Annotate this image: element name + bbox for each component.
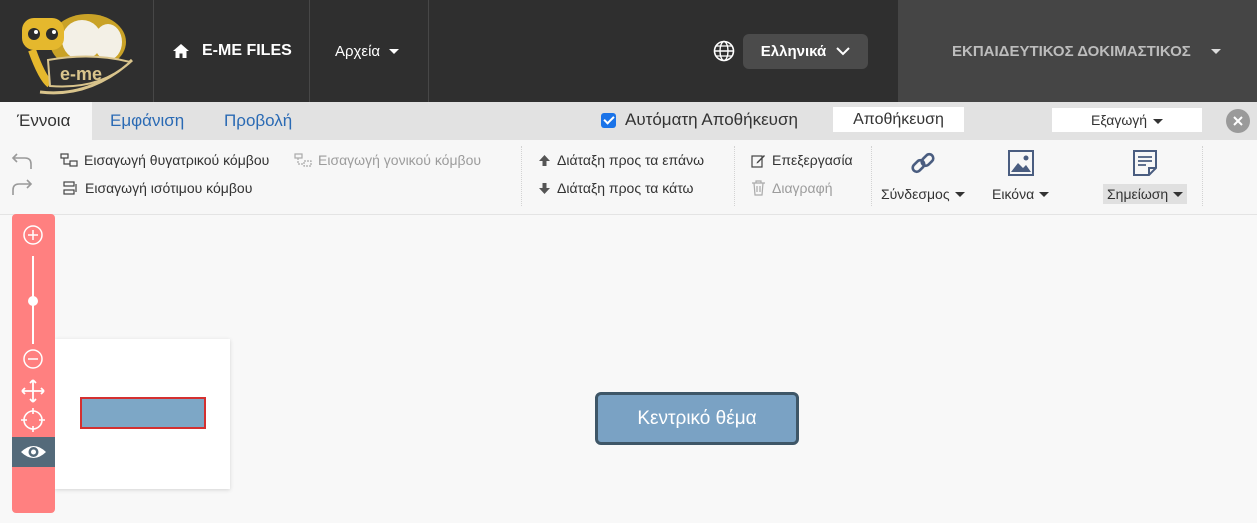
edit-button[interactable]: Επεξεργασία bbox=[751, 152, 853, 168]
link-dropdown[interactable]: Σύνδεσμος bbox=[877, 184, 969, 204]
export-button[interactable]: Εξαγωγή bbox=[1052, 108, 1202, 132]
minimap[interactable] bbox=[55, 339, 230, 489]
bee-logo-icon: e-me bbox=[22, 14, 134, 95]
caret-down-icon bbox=[1039, 191, 1050, 197]
home-link[interactable]: E-ME FILES bbox=[154, 0, 310, 102]
autosave-label: Αυτόματη Αποθήκευση bbox=[625, 110, 798, 129]
insert-sibling-label: Εισαγωγή ισότιμου κόμβου bbox=[85, 180, 253, 196]
caret-down-icon bbox=[1210, 48, 1221, 54]
ribbon-toolbar: Εισαγωγή θυγατρικού κόμβου Εισαγωγή γονι… bbox=[0, 140, 1257, 215]
image-label: Εικόνα bbox=[992, 186, 1035, 202]
zoom-panel bbox=[12, 214, 55, 513]
close-editor-button[interactable] bbox=[1226, 109, 1250, 133]
autosave-toggle[interactable]: Αυτόματη Αποθήκευση bbox=[601, 110, 798, 130]
link-button[interactable]: Σύνδεσμος bbox=[877, 150, 969, 204]
zoom-slider[interactable] bbox=[25, 254, 41, 346]
note-icon bbox=[1133, 150, 1158, 176]
toolbar-separator bbox=[871, 146, 872, 206]
arrange-down-button[interactable]: Διάταξη προς τα κάτω bbox=[538, 180, 693, 196]
save-button[interactable]: Αποθήκευση bbox=[833, 107, 964, 132]
note-button[interactable]: Σημείωση bbox=[1103, 150, 1188, 204]
insert-child-label: Εισαγωγή θυγατρικού κόμβου bbox=[84, 152, 270, 168]
minimap-viewport[interactable] bbox=[80, 397, 206, 429]
files-menu[interactable]: Αρχεία bbox=[310, 0, 429, 102]
toolbar-separator bbox=[734, 146, 735, 206]
svg-text:e-me: e-me bbox=[60, 64, 102, 84]
insert-parent-node-icon bbox=[294, 153, 312, 167]
caret-down-icon bbox=[389, 48, 400, 54]
insert-sibling-node-button[interactable]: Εισαγωγή ισότιμου κόμβου bbox=[63, 180, 252, 196]
arrow-down-icon bbox=[539, 182, 550, 194]
image-button[interactable]: Εικόνα bbox=[988, 150, 1053, 204]
link-icon bbox=[911, 152, 935, 174]
tab-view[interactable]: Προβολή bbox=[224, 102, 292, 140]
delete-label: Διαγραφή bbox=[772, 180, 833, 196]
user-menu[interactable]: ΕΚΠΑΙΔΕΥΤΙΚΟΣ ΔΟΚΙΜΑΣΤΙΚΟΣ bbox=[898, 0, 1257, 102]
language-label: Ελληνικά bbox=[760, 42, 827, 60]
insert-sibling-node-icon bbox=[63, 181, 77, 195]
redo-icon[interactable] bbox=[11, 178, 33, 196]
zoom-out-icon[interactable] bbox=[22, 348, 44, 370]
toggle-minimap-button[interactable] bbox=[12, 437, 55, 467]
delete-button[interactable]: Διαγραφή bbox=[751, 180, 832, 196]
edit-icon bbox=[751, 154, 765, 168]
arrange-up-label: Διάταξη προς τα επάνω bbox=[557, 152, 705, 168]
arrow-up-icon bbox=[539, 154, 550, 166]
globe-icon bbox=[713, 40, 735, 62]
files-menu-label: Αρχεία bbox=[335, 42, 381, 60]
image-dropdown[interactable]: Εικόνα bbox=[988, 184, 1053, 204]
chevron-down-icon bbox=[836, 46, 850, 55]
central-topic-node[interactable]: Κεντρικό θέμα bbox=[595, 392, 799, 445]
home-label: E-ME FILES bbox=[202, 42, 292, 59]
edit-label: Επεξεργασία bbox=[772, 152, 853, 168]
caret-down-icon bbox=[1173, 191, 1184, 197]
move-icon[interactable] bbox=[21, 379, 45, 403]
language-selector[interactable]: Ελληνικά bbox=[743, 33, 868, 69]
toolbar-separator bbox=[1202, 146, 1203, 206]
trash-icon bbox=[752, 180, 765, 196]
tab-concept[interactable]: Έννοια bbox=[0, 102, 92, 140]
export-label: Εξαγωγή bbox=[1091, 112, 1148, 128]
undo-icon[interactable] bbox=[11, 152, 33, 170]
ribbon-tabs: Έννοια Εμφάνιση Προβολή Αυτόματη Αποθήκε… bbox=[0, 102, 1257, 140]
user-name: ΕΚΠΑΙΔΕΥΤΙΚΟΣ ΔΟΚΙΜΑΣΤΙΚΟΣ bbox=[952, 42, 1191, 60]
zoom-slider-handle[interactable] bbox=[28, 296, 38, 306]
center-target-icon[interactable] bbox=[21, 408, 45, 432]
tab-appearance[interactable]: Εμφάνιση bbox=[110, 102, 184, 140]
tab-label: Προβολή bbox=[224, 111, 293, 130]
note-label: Σημείωση bbox=[1107, 186, 1169, 202]
tab-label: Εμφάνιση bbox=[110, 111, 185, 130]
arrange-down-label: Διάταξη προς τα κάτω bbox=[557, 180, 694, 196]
autosave-checkbox[interactable] bbox=[601, 112, 616, 128]
e-me-logo[interactable]: e-me bbox=[0, 0, 154, 102]
arrange-up-button[interactable]: Διάταξη προς τα επάνω bbox=[538, 152, 704, 168]
close-icon bbox=[1233, 116, 1243, 126]
caret-down-icon bbox=[1152, 118, 1163, 124]
top-header: e-me E-ME FILES Αρχεία Ελληνικά ΕΚΠΑΙΔΕΥ… bbox=[0, 0, 1257, 102]
caret-down-icon bbox=[954, 191, 965, 197]
language-area: Ελληνικά bbox=[429, 0, 898, 102]
note-dropdown[interactable]: Σημείωση bbox=[1103, 184, 1188, 204]
tab-label: Έννοια bbox=[17, 111, 71, 130]
link-label: Σύνδεσμος bbox=[881, 186, 950, 202]
central-topic-label: Κεντρικό θέμα bbox=[637, 407, 757, 429]
zoom-in-icon[interactable] bbox=[22, 224, 44, 246]
eye-icon bbox=[21, 446, 46, 458]
insert-parent-label: Εισαγωγή γονικού κόμβου bbox=[318, 152, 482, 168]
insert-parent-node-button[interactable]: Εισαγωγή γονικού κόμβου bbox=[294, 152, 481, 168]
home-icon bbox=[173, 44, 189, 58]
toolbar-separator bbox=[521, 146, 522, 206]
insert-child-node-button[interactable]: Εισαγωγή θυγατρικού κόμβου bbox=[60, 152, 269, 168]
image-icon bbox=[1007, 150, 1034, 176]
insert-child-node-icon bbox=[60, 153, 78, 167]
